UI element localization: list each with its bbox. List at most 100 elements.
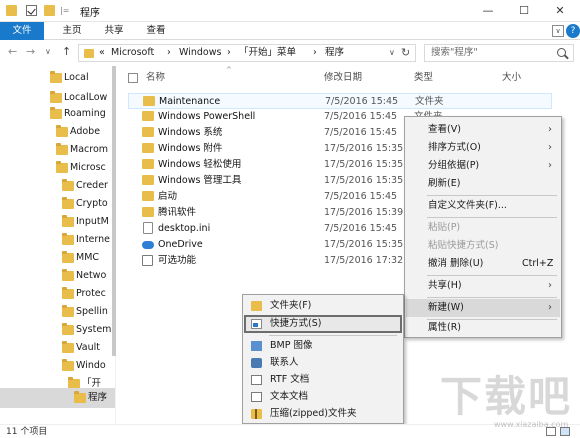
tree-item-windows[interactable]: Windo xyxy=(0,356,115,376)
tree-item-spelling[interactable]: Spellin xyxy=(0,302,115,322)
minimize-button[interactable]: — xyxy=(468,0,508,22)
submenu-item-shortcut[interactable]: 快捷方式(S) xyxy=(244,315,402,333)
file-row-maintenance[interactable]: Maintenance 7/5/2016 15:45 文件夹 xyxy=(128,93,552,109)
breadcrumb-windows[interactable]: Windows xyxy=(179,47,221,59)
tree-item-microsoft[interactable]: Microsc xyxy=(0,158,115,178)
tree-item-adobe[interactable]: Adobe xyxy=(0,122,115,142)
tab-home[interactable]: 主页 xyxy=(54,22,90,40)
tree-item-protect[interactable]: Protec xyxy=(0,284,115,304)
submenu-item-text[interactable]: 文本文档 xyxy=(244,388,402,406)
menu-item-label: 粘贴(P) xyxy=(428,222,461,233)
tree-item-inputmethod[interactable]: InputM xyxy=(0,212,115,232)
file-date: 7/5/2016 15:45 xyxy=(324,223,398,234)
title-bar: |= 程序 — ☐ ✕ xyxy=(0,0,580,22)
tab-view[interactable]: 查看 xyxy=(138,22,174,40)
menu-item-view[interactable]: 查看(V) › xyxy=(406,121,560,139)
tree-item-credentials[interactable]: Creder xyxy=(0,176,115,196)
tree-item-vault[interactable]: Vault xyxy=(0,338,115,358)
menu-separator xyxy=(427,297,557,298)
breadcrumb-start-menu[interactable]: 「开始」菜单 xyxy=(239,47,296,59)
menu-item-undo-delete[interactable]: 撤消 删除(U) Ctrl+Z xyxy=(406,255,560,273)
tab-file[interactable]: 文件 xyxy=(0,22,44,40)
breadcrumb-microsoft[interactable]: Microsoft xyxy=(111,47,154,59)
menu-item-refresh[interactable]: 刷新(E) xyxy=(406,175,560,193)
tree-item-programs[interactable]: 程序 xyxy=(0,388,115,408)
tree-item-roaming[interactable]: Roaming xyxy=(0,104,115,124)
tree-item-crypto[interactable]: Crypto xyxy=(0,194,115,214)
menu-item-label: 撤消 删除(U) xyxy=(428,258,484,269)
file-date: 7/5/2016 15:45 xyxy=(324,111,398,122)
address-bar[interactable]: « Microsoft › Windows › 「开始」菜单 › 程序 ∨ ↻ xyxy=(78,44,416,62)
close-button[interactable]: ✕ xyxy=(540,0,580,22)
submenu-item-folder[interactable]: 文件夹(F) xyxy=(244,297,402,315)
submenu-item-contact[interactable]: 联系人 xyxy=(244,354,402,372)
menu-item-paste-shortcut[interactable]: 粘贴快捷方式(S) xyxy=(406,237,560,255)
forward-arrow-icon[interactable]: → xyxy=(26,45,35,59)
column-header-type[interactable]: 类型 xyxy=(414,71,433,85)
folder-icon xyxy=(62,323,74,335)
submenu-item-label: 联系人 xyxy=(270,357,299,368)
breadcrumb-separator[interactable]: › xyxy=(313,47,317,59)
column-header-name[interactable]: 名称 xyxy=(146,71,165,85)
menu-item-customize-folder[interactable]: 自定义文件夹(F)... xyxy=(406,197,560,215)
quick-access-separator[interactable]: |= xyxy=(60,6,69,16)
folder-icon xyxy=(143,96,155,106)
menu-item-new[interactable]: 新建(W) › xyxy=(406,299,560,317)
menu-item-share[interactable]: 共享(H) › xyxy=(406,277,560,295)
submenu-item-zip[interactable]: 压缩(zipped)文件夹 xyxy=(244,405,402,423)
breadcrumb-separator[interactable]: › xyxy=(167,47,171,59)
folder-icon xyxy=(6,5,17,16)
item-count: 11 个项目 xyxy=(6,427,48,437)
breadcrumb-overflow[interactable]: « xyxy=(99,47,105,59)
file-date: 17/5/2016 15:35 xyxy=(324,239,404,250)
submenu-arrow-icon: › xyxy=(548,160,552,171)
tab-share[interactable]: 共享 xyxy=(96,22,132,40)
menu-item-paste[interactable]: 粘贴(P) xyxy=(406,219,560,237)
folder-icon xyxy=(62,215,74,227)
watermark-url: www.xiazaiba.com xyxy=(494,420,569,429)
tree-item-internet[interactable]: Interne xyxy=(0,230,115,250)
tree-item-label: Creder xyxy=(76,180,108,191)
search-input[interactable]: 搜索"程序" xyxy=(431,47,478,59)
recent-locations-icon[interactable]: ∨ xyxy=(45,45,51,59)
tree-item-local[interactable]: Local xyxy=(0,68,115,88)
tree-item-system[interactable]: System xyxy=(0,320,115,340)
sidebar-scrollbar[interactable] xyxy=(112,66,116,356)
expand-ribbon-icon[interactable]: ∨ xyxy=(552,25,564,37)
submenu-arrow-icon: › xyxy=(548,142,552,153)
menu-item-label: 共享(H) xyxy=(428,280,462,291)
new-folder-icon[interactable] xyxy=(44,5,55,16)
tree-item-network[interactable]: Netwo xyxy=(0,266,115,286)
properties-check-icon[interactable] xyxy=(26,5,37,16)
navigation-pane[interactable]: Local LocalLow Roaming Adobe Macrom Micr… xyxy=(0,66,116,424)
breadcrumb-separator[interactable]: › xyxy=(227,47,231,59)
select-all-checkbox[interactable] xyxy=(128,73,138,83)
search-box[interactable]: 搜索"程序" xyxy=(424,44,574,62)
folder-icon xyxy=(62,359,74,371)
tree-item-mmc[interactable]: MMC xyxy=(0,248,115,268)
file-name: 可选功能 xyxy=(158,255,197,266)
submenu-item-rtf[interactable]: RTF 文档 xyxy=(244,371,402,389)
menu-item-sort-by[interactable]: 排序方式(O) › xyxy=(406,139,560,157)
column-header-date[interactable]: 修改日期 xyxy=(324,71,362,85)
tree-item-macromedia[interactable]: Macrom xyxy=(0,140,115,160)
rich-text-document-icon xyxy=(251,375,262,385)
back-arrow-icon[interactable]: ← xyxy=(8,45,17,59)
file-name: Windows PowerShell xyxy=(158,111,256,122)
file-name: Windows 管理工具 xyxy=(158,175,242,186)
tree-item-label: Vault xyxy=(76,342,100,353)
shortcut-icon xyxy=(251,319,262,329)
submenu-item-bmp[interactable]: BMP 图像 xyxy=(244,337,402,355)
zip-folder-icon xyxy=(251,409,262,419)
breadcrumb-programs[interactable]: 程序 xyxy=(325,47,344,59)
menu-item-label: 查看(V) xyxy=(428,124,461,135)
menu-item-properties[interactable]: 属性(R) xyxy=(406,319,560,337)
help-icon[interactable]: ? xyxy=(566,24,580,38)
maximize-button[interactable]: ☐ xyxy=(504,0,544,22)
menu-item-group-by[interactable]: 分组依据(P) › xyxy=(406,157,560,175)
column-header-size[interactable]: 大小 xyxy=(502,71,521,85)
refresh-icon[interactable]: ↻ xyxy=(401,46,410,59)
up-arrow-icon[interactable]: ↑ xyxy=(62,45,71,59)
address-dropdown-icon[interactable]: ∨ xyxy=(389,48,395,57)
search-icon[interactable] xyxy=(557,48,566,57)
